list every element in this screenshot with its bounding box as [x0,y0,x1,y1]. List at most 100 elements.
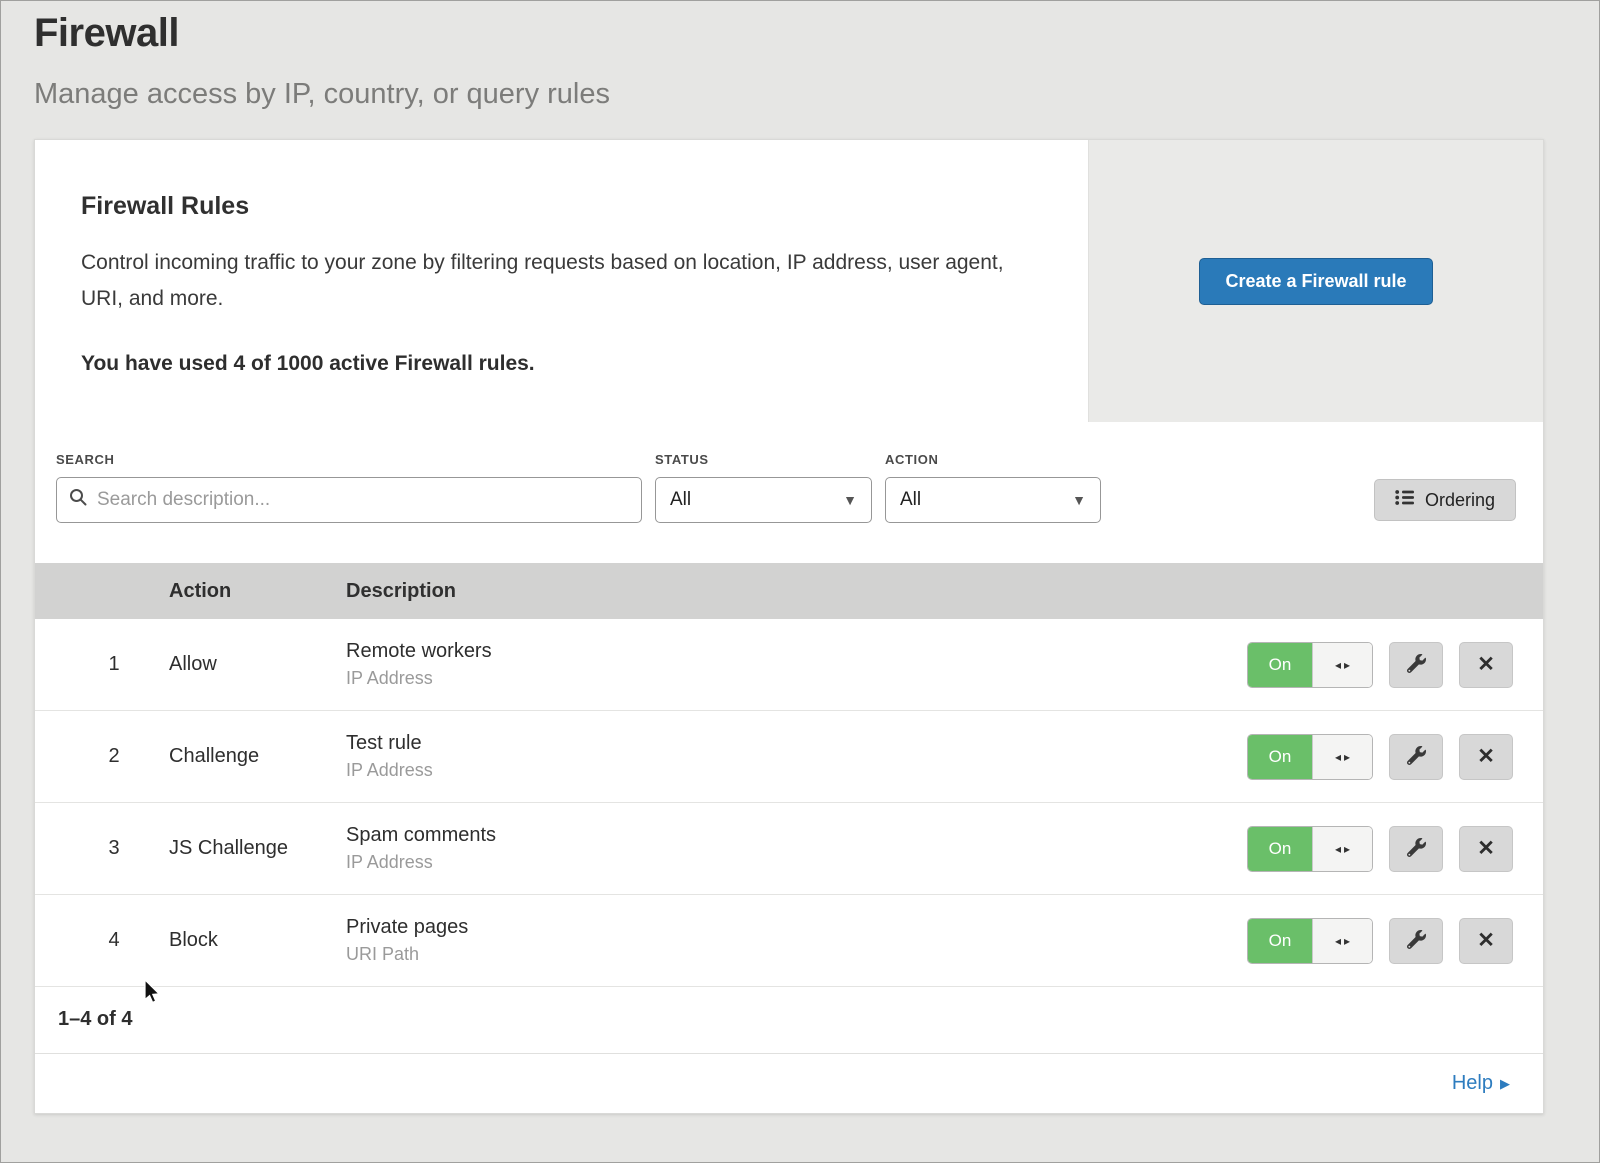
close-icon: ✕ [1477,928,1495,953]
rule-action: Allow [169,653,346,676]
toggle-drag-handle[interactable]: ◂▸ [1312,735,1372,779]
status-select-value: All [670,489,691,511]
toggle-on-label: On [1248,643,1312,687]
rule-description: Spam comments IP Address [346,824,1233,873]
page-title: Firewall [34,11,1566,56]
card-top: Firewall Rules Control incoming traffic … [35,140,1543,422]
search-box [56,477,642,523]
toggle-on-label: On [1248,827,1312,871]
delete-rule-button[interactable]: ✕ [1459,826,1513,872]
right-arrow-icon: ▸ [1344,843,1350,855]
help-link[interactable]: Help ▶ [1452,1072,1510,1095]
card-footer: Help ▶ [35,1053,1543,1113]
rule-controls: On ◂▸ ✕ [1233,826,1543,872]
toggle-drag-handle[interactable]: ◂▸ [1312,919,1372,963]
ordering-list-icon [1395,489,1415,511]
rule-number: 3 [35,837,169,860]
page-subtitle: Manage access by IP, country, or query r… [34,78,1566,111]
rule-description: Private pages URI Path [346,916,1233,965]
help-link-label: Help [1452,1072,1493,1095]
wrench-icon [1407,838,1426,860]
action-select-value: All [900,489,921,511]
delete-rule-button[interactable]: ✕ [1459,918,1513,964]
rule-controls: On ◂▸ ✕ [1233,918,1543,964]
edit-rule-button[interactable] [1389,734,1443,780]
ordering-button-label: Ordering [1425,490,1495,511]
right-arrow-icon: ▸ [1344,751,1350,763]
ordering-button[interactable]: Ordering [1374,479,1516,521]
close-icon: ✕ [1477,744,1495,769]
rule-subtitle: IP Address [346,760,1233,781]
search-input[interactable] [97,489,629,511]
table-row: 3 JS Challenge Spam comments IP Address … [35,803,1543,895]
close-icon: ✕ [1477,836,1495,861]
rule-subtitle: URI Path [346,944,1233,965]
right-arrow-icon: ▸ [1344,935,1350,947]
rule-number: 1 [35,653,169,676]
delete-rule-button[interactable]: ✕ [1459,642,1513,688]
rule-action: Challenge [169,745,346,768]
search-filter-group: SEARCH [56,452,642,523]
toggle-on-label: On [1248,735,1312,779]
page-header: Firewall Manage access by IP, country, o… [1,1,1599,111]
header-description: Description [346,580,1233,603]
toggle-drag-handle[interactable]: ◂▸ [1312,643,1372,687]
action-filter-group: ACTION All ▼ [885,452,1101,523]
close-icon: ✕ [1477,652,1495,677]
rule-title: Remote workers [346,640,1233,663]
help-arrow-icon: ▶ [1500,1076,1510,1092]
wrench-icon [1407,930,1426,952]
action-label: ACTION [885,452,1101,467]
rule-toggle[interactable]: On ◂▸ [1247,734,1373,780]
rule-title: Spam comments [346,824,1233,847]
table-row: 4 Block Private pages URI Path On ◂▸ ✕ [35,895,1543,987]
rule-title: Private pages [346,916,1233,939]
edit-rule-button[interactable] [1389,642,1443,688]
rule-subtitle: IP Address [346,668,1233,689]
rule-toggle[interactable]: On ◂▸ [1247,918,1373,964]
table-header: Action Description [35,563,1543,619]
firewall-card: Firewall Rules Control incoming traffic … [34,139,1544,1114]
rule-number: 4 [35,929,169,952]
card-title: Firewall Rules [81,192,1042,221]
rules-table: Action Description 1 Allow Remote worker… [35,563,1543,1053]
search-icon [69,488,97,512]
rule-toggle[interactable]: On ◂▸ [1247,642,1373,688]
wrench-icon [1407,654,1426,676]
edit-rule-button[interactable] [1389,918,1443,964]
card-side-panel: Create a Firewall rule [1088,140,1543,422]
header-action: Action [169,580,346,603]
left-arrow-icon: ◂ [1335,751,1341,763]
card-description: Control incoming traffic to your zone by… [81,245,1031,316]
rule-action: JS Challenge [169,837,346,860]
status-filter-group: STATUS All ▼ [655,452,872,523]
toggle-drag-handle[interactable]: ◂▸ [1312,827,1372,871]
filters-bar: SEARCH STATUS All ▼ ACTION All ▼ [35,422,1543,563]
rule-toggle[interactable]: On ◂▸ [1247,826,1373,872]
chevron-down-icon: ▼ [1072,492,1086,508]
rule-action: Block [169,929,346,952]
card-info: Firewall Rules Control incoming traffic … [35,140,1088,422]
right-arrow-icon: ▸ [1344,659,1350,671]
status-select[interactable]: All ▼ [655,477,872,523]
rule-subtitle: IP Address [346,852,1233,873]
delete-rule-button[interactable]: ✕ [1459,734,1513,780]
create-firewall-rule-button[interactable]: Create a Firewall rule [1199,258,1432,305]
rule-controls: On ◂▸ ✕ [1233,734,1543,780]
left-arrow-icon: ◂ [1335,843,1341,855]
toggle-on-label: On [1248,919,1312,963]
edit-rule-button[interactable] [1389,826,1443,872]
pagination: 1–4 of 4 [35,987,1543,1053]
rule-description: Test rule IP Address [346,732,1233,781]
chevron-down-icon: ▼ [843,492,857,508]
card-usage: You have used 4 of 1000 active Firewall … [81,352,1042,376]
status-label: STATUS [655,452,872,467]
left-arrow-icon: ◂ [1335,659,1341,671]
action-select[interactable]: All ▼ [885,477,1101,523]
rule-title: Test rule [346,732,1233,755]
search-label: SEARCH [56,452,642,467]
rule-controls: On ◂▸ ✕ [1233,642,1543,688]
table-row: 1 Allow Remote workers IP Address On ◂▸ … [35,619,1543,711]
left-arrow-icon: ◂ [1335,935,1341,947]
table-row: 2 Challenge Test rule IP Address On ◂▸ ✕ [35,711,1543,803]
